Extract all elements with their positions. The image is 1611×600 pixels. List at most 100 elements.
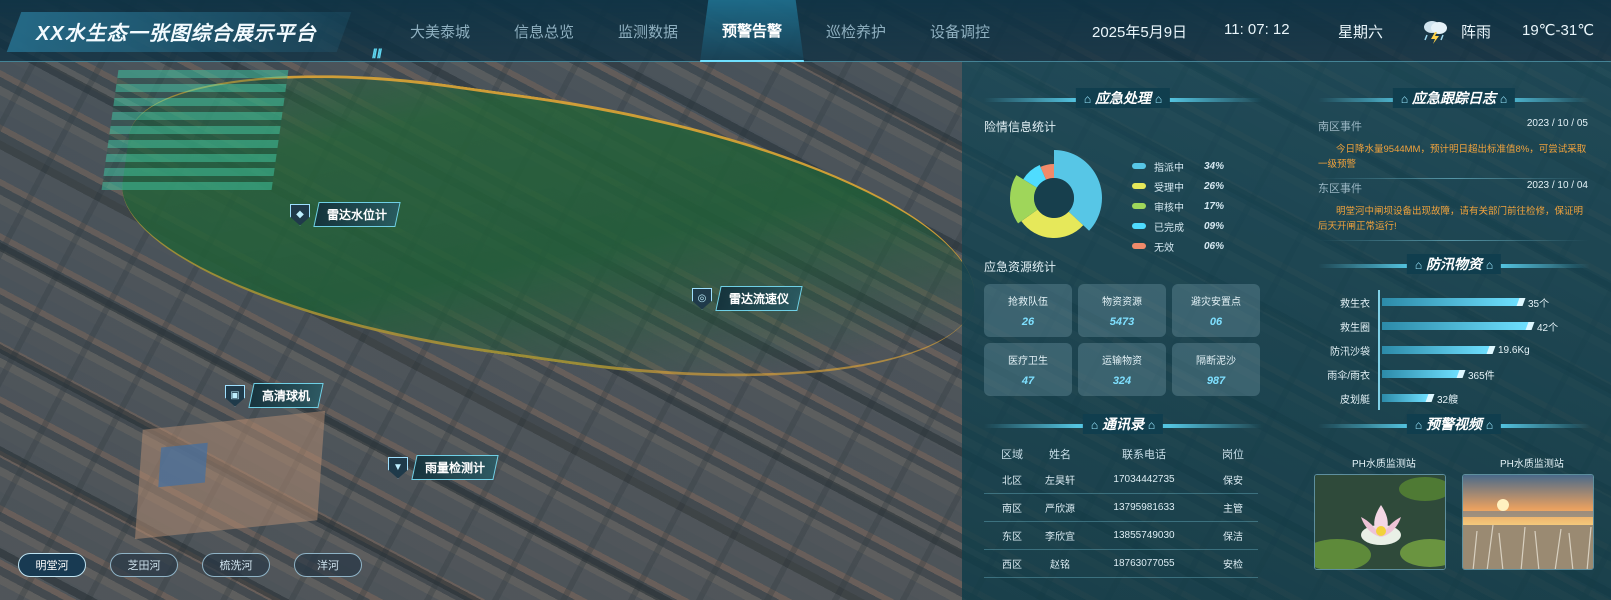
- shield-icon: ⌂: [1147, 418, 1156, 432]
- resources-title: 应急资源统计: [984, 260, 1057, 274]
- resources-grid: 抢救队伍 26 物资资源 5473 避灾安置点 06 医疗卫生 47 运输物资 324 隔…: [984, 284, 1260, 396]
- temperature-display: 19℃-31℃: [1522, 22, 1595, 39]
- stats-title: 险情信息统计: [984, 120, 1057, 134]
- warning-video-section-title: ⌂ 预警视频 ⌂: [1318, 414, 1590, 436]
- water-drop-icon: ◆: [290, 203, 310, 226]
- shield-icon: ⌂: [1485, 418, 1494, 432]
- section-heading: 预警视频: [1426, 416, 1482, 432]
- river-tab-shuxi[interactable]: 梳洗河: [202, 553, 270, 577]
- donut-hole: [1034, 178, 1074, 218]
- legend-item: 指派中 34%: [1132, 156, 1224, 176]
- shield-icon: ⌂: [1090, 418, 1099, 432]
- marker-label: 高清球机: [248, 383, 324, 408]
- date-display: 2025年5月9日: [1092, 24, 1188, 41]
- river-tabs: 明堂河 芝田河 梳洗河 洋河: [18, 553, 362, 577]
- thunder-rain-icon: [1424, 21, 1447, 44]
- log-entry[interactable]: 东区事件 2023 / 10 / 04 明堂河中闸坝设备出现故障，请有关部门前往检…: [1318, 180, 1588, 241]
- supply-row: 皮划艇 32艘: [1318, 386, 1588, 410]
- table-row[interactable]: 东区 李欣宜 13855749030 保洁: [984, 522, 1258, 550]
- legend-item: 受理中 26%: [1132, 176, 1224, 196]
- legend-swatch: [1132, 183, 1146, 189]
- flood-supplies-chart: 救生衣 35个 救生圈 42个 防汛沙袋 19.6Kg 雨伞/雨衣 365件 皮划艇 32…: [1318, 290, 1588, 410]
- legend-swatch: [1132, 203, 1146, 209]
- bar-axis: [1378, 362, 1380, 386]
- legend-item: 审核中 17%: [1132, 196, 1224, 216]
- video-feed-lotus[interactable]: [1314, 474, 1446, 570]
- resource-card[interactable]: 隔断泥沙 987: [1172, 343, 1260, 396]
- divider: [1318, 178, 1588, 179]
- river-tab-mingtang[interactable]: 明堂河: [18, 553, 86, 577]
- map-marker-radar-flow[interactable]: ◎ 雷达流速仪: [692, 286, 803, 311]
- map-marker-rain-gauge[interactable]: ▼ 雨量检测计: [388, 455, 499, 480]
- tracking-log-section-title: ⌂ 应急跟踪日志 ⌂: [1318, 88, 1590, 110]
- sunset-field-image: [1463, 475, 1593, 569]
- resource-card[interactable]: 运输物资 324: [1078, 343, 1166, 396]
- status-legend: 指派中 34% 受理中 26% 审核中 17% 已完成 09% 无效 06%: [1132, 156, 1224, 256]
- bar-axis: [1378, 290, 1380, 314]
- emergency-section-title: ⌂ 应急处理 ⌂: [984, 88, 1262, 110]
- nav-tab-3[interactable]: 预警告警: [700, 0, 804, 62]
- divider: [1318, 240, 1588, 241]
- supply-bar: [1382, 370, 1460, 378]
- weather-text: 阵雨: [1461, 24, 1492, 41]
- camera-icon: ▣: [225, 384, 245, 407]
- section-heading: 通讯录: [1102, 416, 1144, 432]
- nav-tab-0[interactable]: 大美泰城: [388, 0, 492, 62]
- legend-item: 无效 06%: [1132, 236, 1224, 256]
- supply-bar: [1382, 298, 1520, 306]
- legend-item: 已完成 09%: [1132, 216, 1224, 236]
- nav-tab-5[interactable]: 设备调控: [908, 0, 1012, 62]
- contacts-section-title: ⌂ 通讯录 ⌂: [984, 414, 1262, 436]
- marker-label: 雨量检测计: [411, 455, 499, 480]
- supply-row: 救生衣 35个: [1318, 290, 1588, 314]
- table-header: 区域 姓名 联系电话 岗位: [1001, 449, 1244, 461]
- map-marker-camera[interactable]: ▣ 高清球机: [225, 383, 324, 408]
- river-tab-zhitian[interactable]: 芝田河: [110, 553, 178, 577]
- shield-icon: ⌂: [1414, 258, 1423, 272]
- map-marker-radar-level[interactable]: ◆ 雷达水位计: [290, 202, 401, 227]
- nav-tab-1[interactable]: 信息总览: [492, 0, 596, 62]
- status-donut-chart: [1010, 150, 1102, 238]
- top-header: XX水生态一张图综合展示平台 // // 大美泰城 信息总览 监测数据 预警告警…: [0, 0, 1611, 62]
- supply-row: 雨伞/雨衣 365件: [1318, 362, 1588, 386]
- time-display: 11: 07: 12: [1224, 21, 1290, 38]
- bar-axis: [1378, 338, 1380, 362]
- bar-axis: [1378, 386, 1380, 410]
- flood-supplies-section-title: ⌂ 防汛物资 ⌂: [1318, 254, 1590, 276]
- section-heading: 应急处理: [1095, 90, 1151, 106]
- legend-swatch: [1132, 223, 1146, 229]
- table-row[interactable]: 西区 赵铭 18763077055 安检: [984, 550, 1258, 578]
- app-title: XX水生态一张图综合展示平台: [36, 23, 317, 45]
- weekday-display: 星期六: [1338, 24, 1384, 41]
- video-feed-sunset[interactable]: [1462, 474, 1594, 570]
- shield-icon: ⌂: [1083, 92, 1092, 106]
- section-heading: 应急跟踪日志: [1412, 90, 1496, 106]
- table-row[interactable]: 南区 严欣源 13795981633 主管: [984, 494, 1258, 522]
- nav-tab-4[interactable]: 巡检养护: [804, 0, 908, 62]
- nav-tab-2[interactable]: 监测数据: [596, 0, 700, 62]
- river-tab-yang[interactable]: 洋河: [294, 553, 362, 577]
- bar-axis: [1378, 314, 1380, 338]
- supply-bar: [1382, 322, 1529, 330]
- shield-icon: ⌂: [1154, 92, 1163, 106]
- contacts-table: 区域 姓名 联系电话 岗位 北区 左昊轩 17034442735 保安 南区 严欣源 13…: [984, 446, 1258, 578]
- rain-gauge-icon: ▼: [388, 456, 408, 479]
- shield-icon: ⌂: [1400, 92, 1409, 106]
- supply-row: 防汛沙袋 19.6Kg: [1318, 338, 1588, 362]
- shield-icon: ⌂: [1499, 92, 1508, 106]
- supply-bar: [1382, 346, 1490, 354]
- resource-card[interactable]: 物资资源 5473: [1078, 284, 1166, 337]
- video-label: PH水质监测站: [1500, 459, 1564, 470]
- table-row[interactable]: 北区 左昊轩 17034442735 保安: [984, 466, 1258, 494]
- resource-card[interactable]: 抢救队伍 26: [984, 284, 1072, 337]
- decor-chevrons: // //: [372, 46, 382, 61]
- resource-card[interactable]: 医疗卫生 47: [984, 343, 1072, 396]
- resource-card[interactable]: 避灾安置点 06: [1172, 284, 1260, 337]
- log-entry[interactable]: 南区事件 2023 / 10 / 05 今日降水量9544MM，预计明日超出标准值…: [1318, 118, 1588, 179]
- legend-swatch: [1132, 163, 1146, 169]
- gauge-icon: ◎: [692, 287, 712, 310]
- lotus-image: [1315, 475, 1445, 569]
- legend-swatch: [1132, 243, 1146, 249]
- supply-row: 救生圈 42个: [1318, 314, 1588, 338]
- video-label: PH水质监测站: [1352, 459, 1416, 470]
